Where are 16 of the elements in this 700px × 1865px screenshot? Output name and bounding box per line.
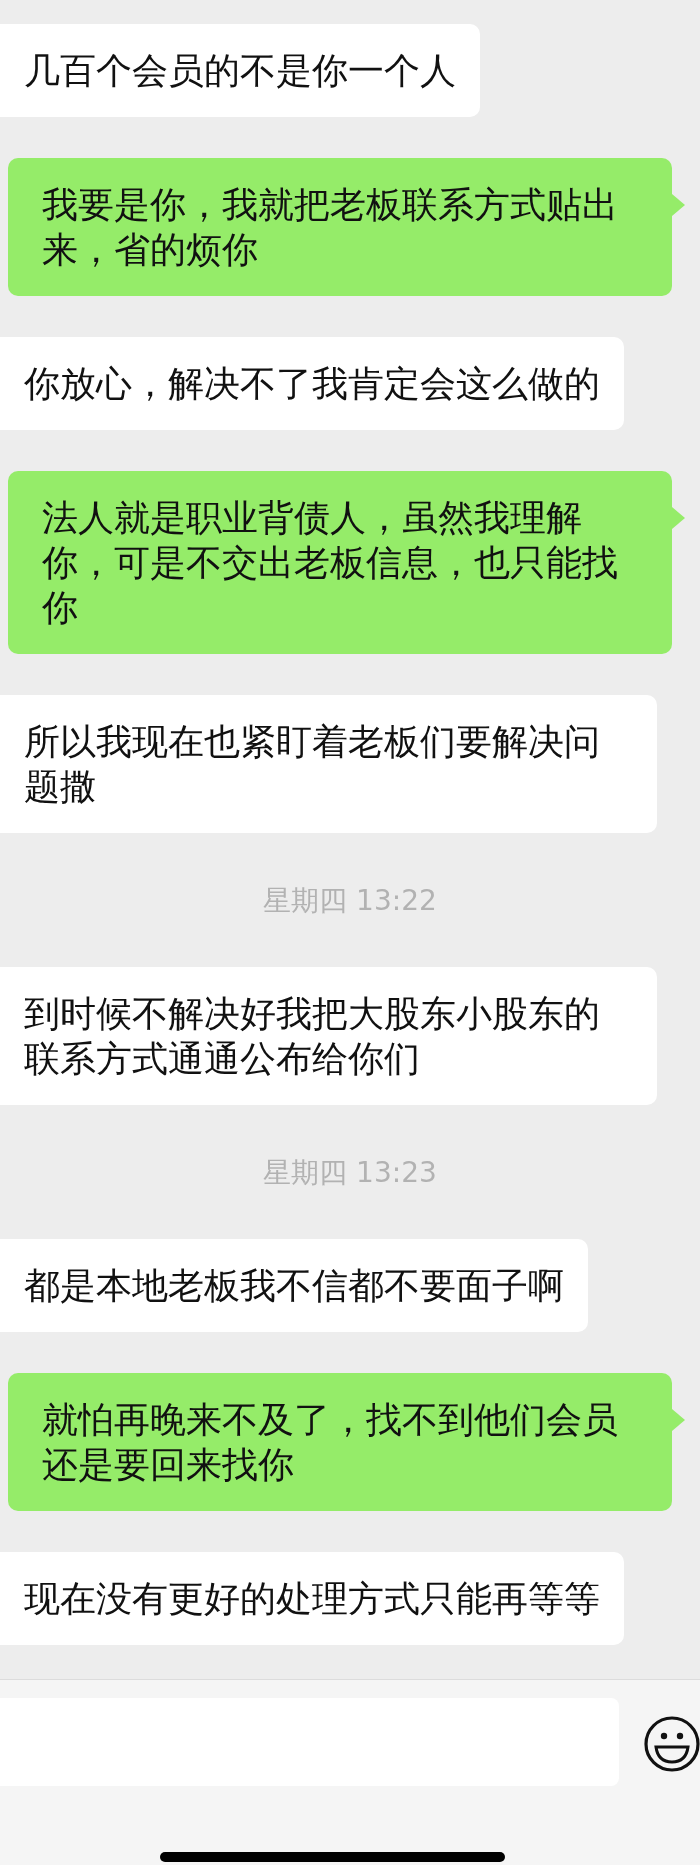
emoji-icon[interactable] [642,1714,700,1774]
message-bubble: 所以我现在也紧盯着老板们要解决问题撒 [0,695,657,833]
message-bubble: 你放心，解决不了我肯定会这么做的 [0,337,624,430]
message-bubble: 法人就是职业背债人，虽然我理解你，可是不交出老板信息，也只能找你 [8,471,672,654]
message-bubble: 现在没有更好的处理方式只能再等等 [0,1552,624,1645]
bubble-tail [672,194,685,216]
bubble-tail [672,507,685,529]
bubble-tail [672,1409,685,1431]
timestamp: 星期四 13:22 [263,884,437,918]
message-bubble: 就怕再晚来不及了，找不到他们会员还是要回来找你 [8,1373,672,1511]
home-indicator[interactable] [160,1852,505,1862]
timestamp: 星期四 13:23 [263,1156,437,1190]
message-bubble: 我要是你，我就把老板联系方式贴出来，省的烦你 [8,158,672,296]
message-bubble: 几百个会员的不是你一个人 [0,24,480,117]
message-bubble: 到时候不解决好我把大股东小股东的联系方式通通公布给你们 [0,967,657,1105]
message-bubble: 都是本地老板我不信都不要面子啊 [0,1239,588,1332]
